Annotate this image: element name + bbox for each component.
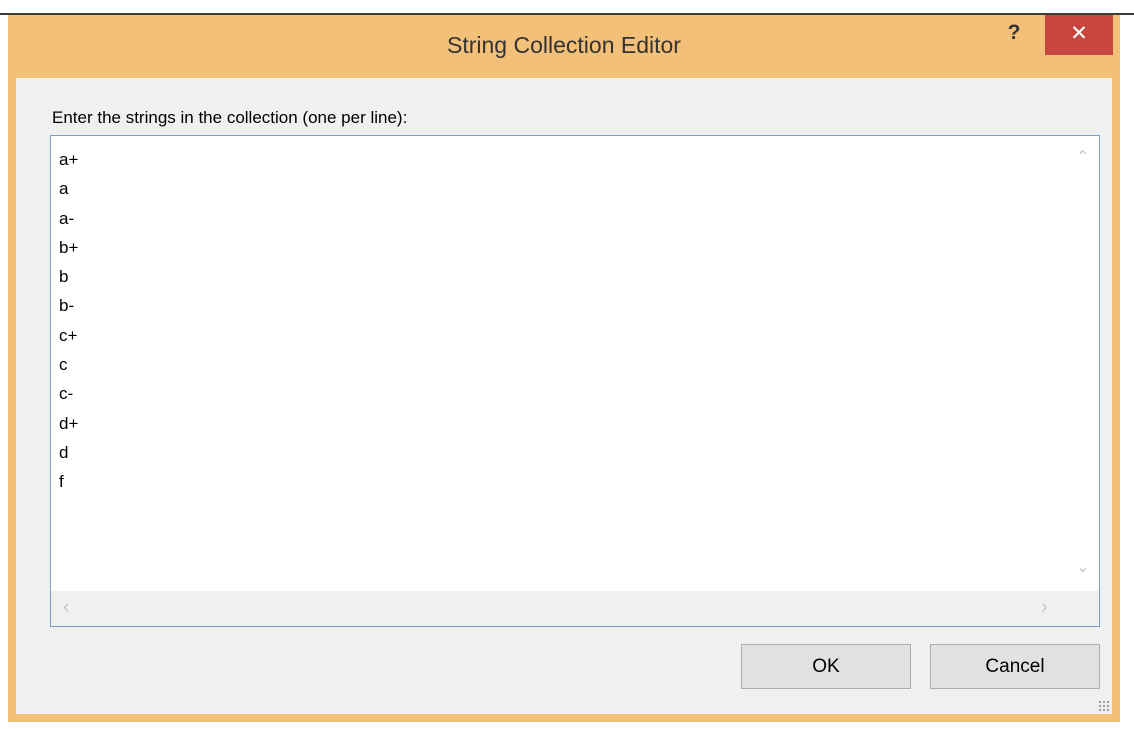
dialog-body: Enter the strings in the collection (one… <box>16 78 1112 714</box>
scrollbar-corner <box>1065 591 1099 626</box>
vertical-scrollbar[interactable]: ⌃ ⌄ <box>1065 136 1099 591</box>
string-collection-editor-dialog: String Collection Editor ? ✕ Enter the s… <box>8 15 1120 722</box>
scroll-up-icon[interactable]: ⌃ <box>1076 150 1089 166</box>
strings-list: a+ a a- b+ b b- c+ c c- d+ d f <box>59 145 78 497</box>
string-line: a- <box>59 208 75 228</box>
string-line: d+ <box>59 413 79 433</box>
background-strip <box>0 0 1134 13</box>
resize-grip-icon[interactable] <box>1098 700 1110 712</box>
strings-textarea[interactable]: a+ a a- b+ b b- c+ c c- d+ d f ⌃ ⌄ ‹ › <box>50 135 1100 627</box>
ok-button[interactable]: OK <box>741 644 911 689</box>
string-line: c <box>59 355 68 375</box>
string-line: f <box>59 472 64 492</box>
string-line: d <box>59 442 69 462</box>
close-button[interactable]: ✕ <box>1045 15 1113 55</box>
scroll-left-icon[interactable]: ‹ <box>63 597 70 617</box>
scroll-down-icon[interactable]: ⌄ <box>1076 560 1089 576</box>
horizontal-scrollbar[interactable]: ‹ › <box>51 591 1065 626</box>
instruction-label: Enter the strings in the collection (one… <box>52 108 408 127</box>
string-line: a+ <box>59 150 79 169</box>
string-line: c+ <box>59 325 78 345</box>
scroll-right-icon[interactable]: › <box>1041 597 1048 617</box>
string-line: b+ <box>59 237 79 257</box>
help-button[interactable]: ? <box>992 15 1036 55</box>
string-line: c- <box>59 384 74 404</box>
string-line: b <box>59 267 69 287</box>
dialog-title: String Collection Editor <box>447 32 681 58</box>
cancel-button[interactable]: Cancel <box>930 644 1100 689</box>
string-line: b- <box>59 296 75 316</box>
title-bar[interactable]: String Collection Editor ? ✕ <box>8 15 1120 78</box>
string-line: a <box>59 179 69 199</box>
